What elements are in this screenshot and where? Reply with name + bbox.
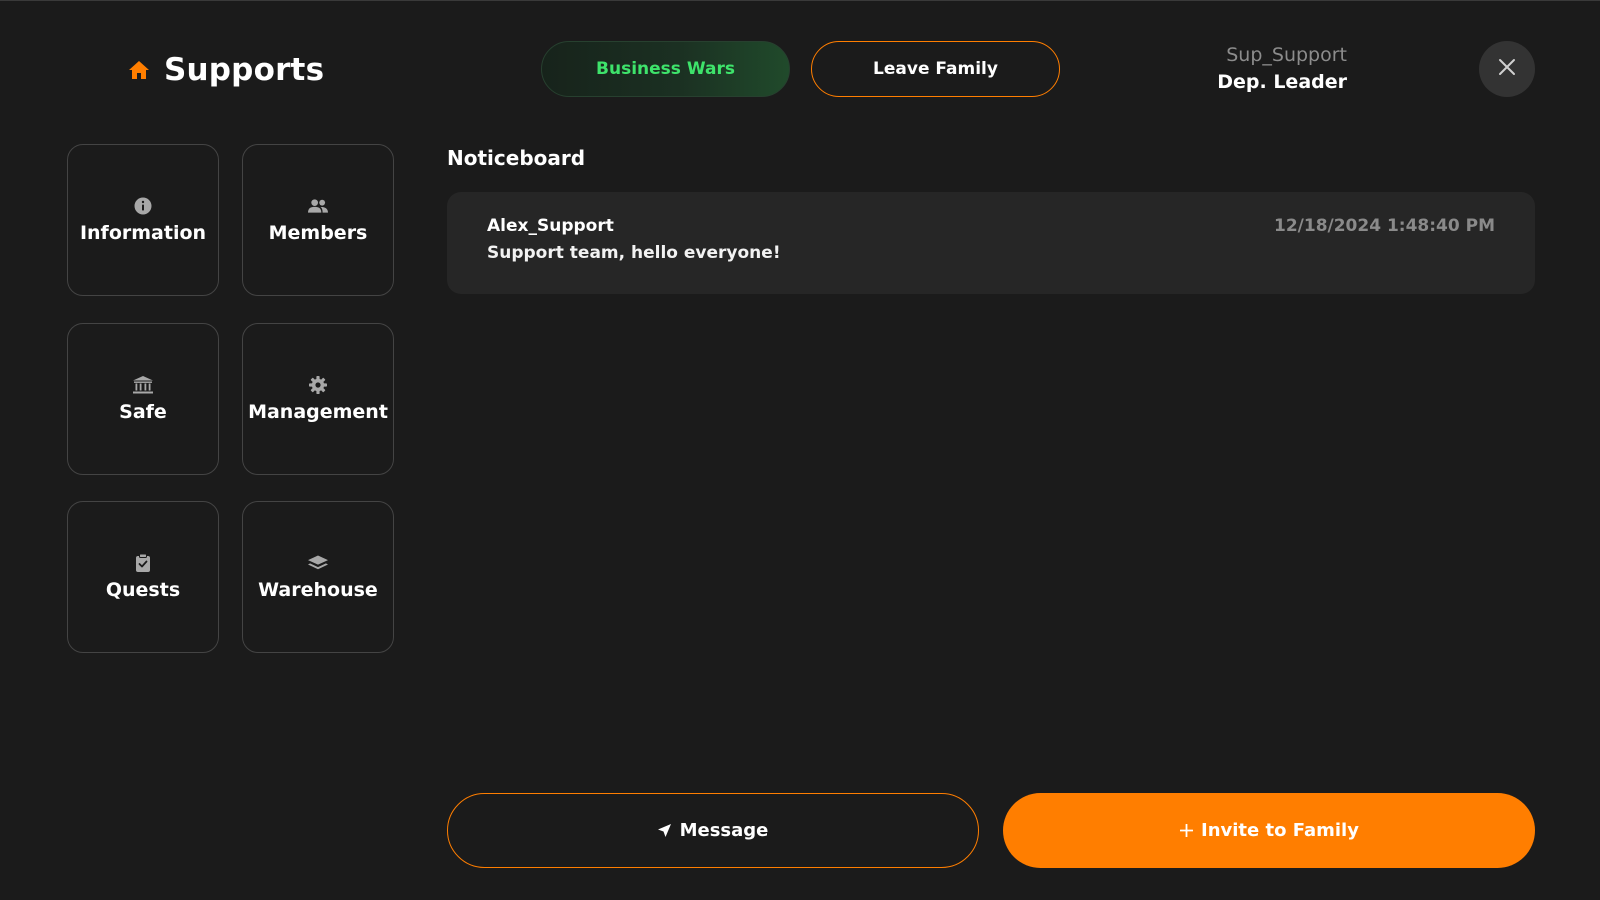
layers-icon — [308, 553, 328, 573]
plus-icon — [1179, 824, 1193, 838]
notice-card: Alex_Support Support team, hello everyon… — [447, 192, 1535, 294]
business-wars-button[interactable]: Business Wars — [541, 41, 790, 97]
menu-tile-quests[interactable]: Quests — [67, 501, 219, 653]
menu-tile-label: Information — [79, 222, 207, 244]
info-icon — [133, 196, 153, 216]
leave-family-label: Leave Family — [873, 59, 998, 79]
bank-icon — [133, 375, 153, 395]
menu-tile-label: Safe — [119, 401, 167, 423]
menu-tile-safe[interactable]: Safe — [67, 323, 219, 475]
user-name: Sup_Support — [1226, 44, 1347, 66]
invite-to-family-button[interactable]: Invite to Family — [1003, 793, 1535, 868]
business-wars-label: Business Wars — [596, 59, 735, 79]
message-label: Message — [679, 820, 769, 841]
home-icon — [128, 59, 150, 81]
message-button[interactable]: Message — [447, 793, 979, 868]
notice-timestamp: 12/18/2024 1:48:40 PM — [1274, 216, 1495, 236]
notice-text: Support team, hello everyone! — [487, 243, 781, 263]
clipboard-icon — [133, 553, 153, 573]
close-icon — [1498, 58, 1516, 80]
notice-author: Alex_Support — [487, 216, 614, 236]
brand: Supports — [128, 48, 324, 92]
menu-tile-label: Quests — [105, 579, 181, 601]
user-info: Sup_Support Dep. Leader — [1217, 42, 1347, 96]
close-button[interactable] — [1479, 41, 1535, 97]
menu-tile-members[interactable]: Members — [242, 144, 394, 296]
menu-tile-label: Members — [268, 222, 368, 244]
send-icon — [658, 824, 672, 838]
menu-tile-warehouse[interactable]: Warehouse — [242, 501, 394, 653]
leave-family-button[interactable]: Leave Family — [811, 41, 1060, 97]
noticeboard-title: Noticeboard — [447, 146, 586, 170]
menu-tile-information[interactable]: Information — [67, 144, 219, 296]
users-icon — [308, 196, 328, 216]
menu-tile-label: Management — [248, 401, 388, 423]
menu-tile-management[interactable]: Management — [242, 323, 394, 475]
gear-icon — [308, 375, 328, 395]
invite-label: Invite to Family — [1201, 820, 1359, 841]
menu-tile-label: Warehouse — [258, 579, 378, 601]
page-title: Supports — [164, 52, 325, 88]
top-divider — [0, 0, 1600, 1]
user-role: Dep. Leader — [1217, 71, 1347, 93]
